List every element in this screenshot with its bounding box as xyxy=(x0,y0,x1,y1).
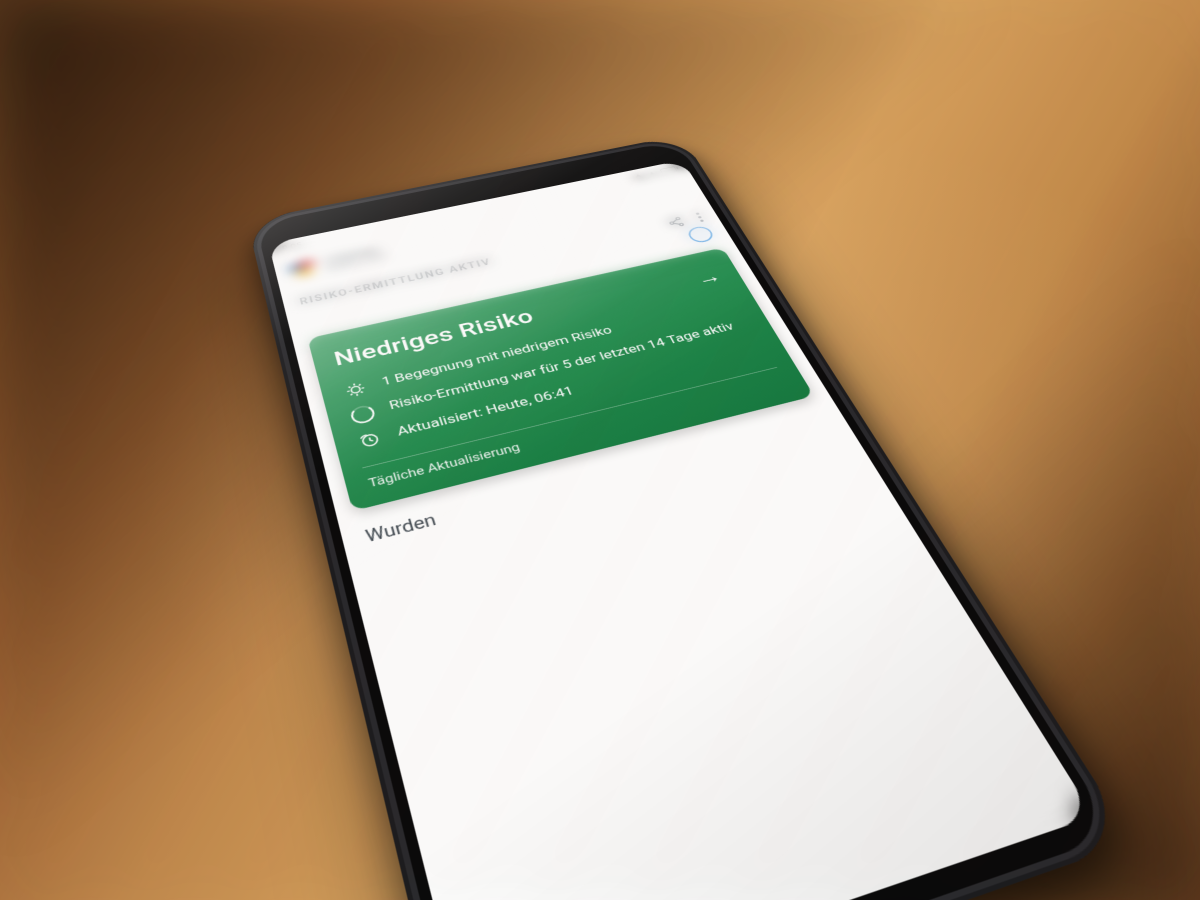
card-divider xyxy=(362,367,777,468)
phone-screen: 9:05 CORONA W xyxy=(268,160,1094,900)
section-label: RISIKO-ERMITTLUNG AKTIV xyxy=(299,257,493,307)
updated-row: Aktualisiert: Heute, 06:41 xyxy=(354,335,769,455)
app-logo-icon xyxy=(286,257,320,282)
section-header: RISIKO-ERMITTLUNG AKTIV xyxy=(281,204,721,315)
overflow-menu-icon[interactable] xyxy=(694,212,705,223)
spinner-icon xyxy=(348,402,378,426)
next-section-heading: Wurden xyxy=(336,393,847,553)
app-name-line2: WARN-APP xyxy=(327,254,388,273)
app-name-line1: CORONA xyxy=(324,245,385,266)
active-days-row: Risiko-Ermittlung war für 5 der letzten … xyxy=(347,312,756,430)
status-clock: 9:05 xyxy=(281,241,303,252)
tracing-toggle[interactable] xyxy=(685,225,716,244)
share-icon[interactable] xyxy=(665,216,687,229)
virus-icon xyxy=(341,378,370,399)
chevron-right-icon[interactable]: → xyxy=(691,264,725,288)
wifi-icon xyxy=(647,171,656,176)
signal-icon xyxy=(633,173,644,179)
battery-icon xyxy=(659,166,677,174)
card-footer: Tägliche Aktualisierung xyxy=(367,376,787,491)
risk-title: Niedriges Risiko xyxy=(331,305,536,371)
risk-status-card[interactable]: Niedriges Risiko → 1 Begegnung mit niedr… xyxy=(307,247,814,511)
updated-text: Aktualisiert: Heute, 06:41 xyxy=(395,383,576,440)
encounter-row: 1 Begegnung mit niedrigem Risiko xyxy=(340,291,742,403)
wooden-table-background: 9:05 CORONA W xyxy=(0,0,1200,900)
encounter-text: 1 Begegnung mit niedrigem Risiko xyxy=(380,323,615,390)
app-header: CORONA WARN-APP xyxy=(272,173,709,294)
active-days-text: Risiko-Ermittlung war für 5 der letzten … xyxy=(387,319,737,414)
clock-refresh-icon xyxy=(355,428,385,451)
smartphone: 9:05 CORONA W xyxy=(247,135,1134,900)
status-bar: 9:05 xyxy=(268,160,690,259)
